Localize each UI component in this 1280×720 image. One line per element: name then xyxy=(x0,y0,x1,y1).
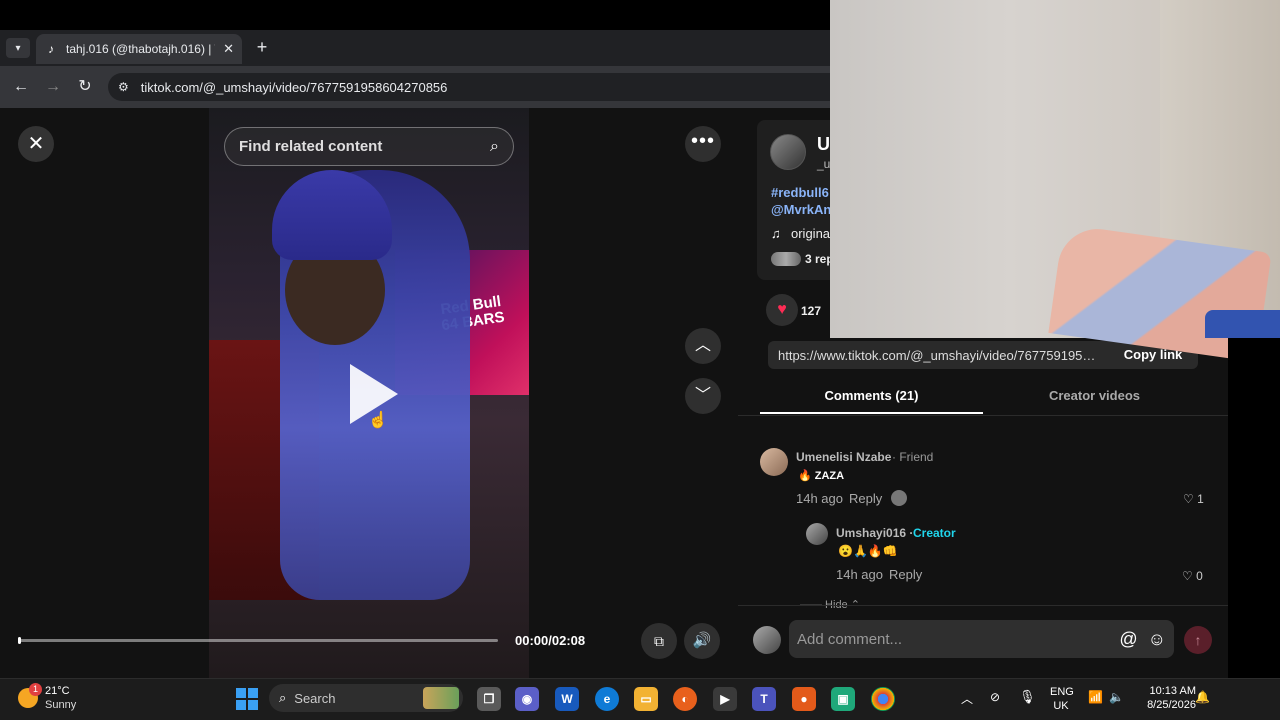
tab-title: tahj.016 (@thabotajh.016) | TikTok xyxy=(66,42,215,56)
address-url: tiktok.com/@_umshayi/video/7677591958604… xyxy=(140,79,448,95)
reply-avatar[interactable] xyxy=(806,523,828,545)
speaker-icon[interactable]: 🔈 xyxy=(1109,690,1124,704)
active-tab-indicator xyxy=(760,412,983,414)
share-link-text: https://www.tiktok.com/@_umshayi/video/7… xyxy=(778,347,1098,363)
wifi-icon[interactable]: 📶 xyxy=(1088,690,1103,704)
microphone-icon[interactable]: 🎙 xyxy=(1019,689,1036,705)
taskbar-search[interactable]: ⌕ Search xyxy=(269,684,463,712)
word-icon[interactable]: W xyxy=(555,687,579,711)
chat-app-icon[interactable]: ▣ xyxy=(831,687,855,711)
add-comment-input[interactable]: Add comment... @ ☺ xyxy=(789,620,1174,658)
task-view-icon[interactable]: ❐ xyxy=(477,687,501,711)
webcam-blue-cloth xyxy=(1205,310,1280,338)
mention-link[interactable]: @MvrkAn xyxy=(771,202,831,217)
reply-like-button[interactable]: ♡ 0 xyxy=(1182,569,1203,583)
tray-chevron-up-icon[interactable]: ︿ xyxy=(961,690,973,707)
clock-date[interactable]: 8/25/2026 xyxy=(1132,699,1196,711)
picture-in-picture-icon[interactable]: ⧉ xyxy=(641,623,677,659)
reload-icon[interactable]: ↻ xyxy=(74,76,96,98)
weather-temperature[interactable]: 21°C xyxy=(45,685,70,697)
hashtag-link[interactable]: #redbull6 xyxy=(771,185,829,200)
tab-comments[interactable]: Comments (21) xyxy=(760,388,983,403)
comment-time: 14h ago xyxy=(796,491,843,506)
find-related-placeholder: Find related content xyxy=(239,138,383,155)
windows-start-icon[interactable] xyxy=(236,688,258,710)
tab-search-chevron-icon[interactable]: ▾ xyxy=(6,38,30,58)
tab-close-icon[interactable]: ✕ xyxy=(223,41,234,57)
weather-condition[interactable]: Sunny xyxy=(45,699,76,711)
language-code: ENG xyxy=(1050,686,1074,698)
find-related-search[interactable]: Find related content ⌕ xyxy=(224,127,514,166)
firefox-icon[interactable]: ◐ xyxy=(673,687,697,711)
author-handle: _u xyxy=(817,157,831,171)
input-language[interactable]: ENG UK xyxy=(1050,685,1074,713)
file-explorer-icon[interactable]: ▭ xyxy=(634,687,658,711)
weather-badge: 1 xyxy=(29,683,42,696)
next-video-chevron-down-icon[interactable]: ﹀ xyxy=(685,378,721,414)
reply-reply-button[interactable]: Reply xyxy=(889,567,922,582)
mention-at-icon[interactable]: @ xyxy=(1119,629,1137,650)
my-avatar xyxy=(753,626,781,654)
comment-reply-button[interactable]: Reply xyxy=(849,491,882,506)
video-progress-bar[interactable] xyxy=(18,639,498,642)
volume-icon[interactable]: 🔊 xyxy=(684,623,720,659)
teams-icon[interactable]: T xyxy=(752,687,776,711)
browser-tab[interactable]: ♪ tahj.016 (@thabotajh.016) | TikTok ✕ xyxy=(36,34,242,64)
creator-badge: Creator xyxy=(913,526,956,540)
back-arrow-icon[interactable]: ← xyxy=(10,76,32,98)
comment-avatar[interactable] xyxy=(760,448,788,476)
video-progress-thumb[interactable] xyxy=(18,637,21,644)
reply-author[interactable]: Umshayi016 · xyxy=(836,526,913,540)
heart-icon[interactable]: ♥ xyxy=(766,294,798,326)
tiktok-favicon-icon: ♪ xyxy=(48,42,54,56)
notification-bell-icon[interactable]: 🔔 xyxy=(1195,690,1210,704)
reply-text: 😮🙏🔥👊 xyxy=(838,544,898,558)
taskbar-search-label: Search xyxy=(294,690,336,706)
search-icon[interactable]: ⌕ xyxy=(490,138,499,156)
comment-text: 🔥 ZAZA xyxy=(798,470,845,482)
music-note-icon: ♫ xyxy=(771,226,781,241)
site-info-icon[interactable]: ⚙ xyxy=(118,80,129,94)
network-off-icon[interactable]: ⊘ xyxy=(990,690,1000,704)
author-name[interactable]: U xyxy=(817,134,830,155)
chrome-icon[interactable] xyxy=(871,687,895,711)
send-comment-icon[interactable]: ↑ xyxy=(1184,626,1212,654)
repost-avatars xyxy=(771,252,801,266)
forward-arrow-icon[interactable]: → xyxy=(42,76,64,98)
reply-time: 14h ago xyxy=(836,567,883,582)
right-black-edge xyxy=(1228,338,1280,678)
add-comment-placeholder: Add comment... xyxy=(797,630,903,648)
share-link-field[interactable]: https://www.tiktok.com/@_umshayi/video/7… xyxy=(768,341,1108,369)
music-title[interactable]: origina xyxy=(791,226,830,241)
clock-time[interactable]: 10:13 AM xyxy=(1132,685,1196,697)
creator-liked-avatar xyxy=(891,490,907,506)
comment-like-button[interactable]: ♡ 1 xyxy=(1183,492,1204,506)
comment-relation: · Friend xyxy=(892,450,934,464)
search-icon: ⌕ xyxy=(279,690,287,705)
hand-cursor-icon: ☝ xyxy=(368,412,388,429)
clipchamp-icon[interactable]: ▶ xyxy=(713,687,737,711)
teams-chat-icon[interactable]: ◉ xyxy=(515,687,539,711)
comment-author[interactable]: Umenelisi Nzabe xyxy=(796,450,891,464)
like-count: 127 xyxy=(801,304,822,318)
new-tab-icon[interactable]: + xyxy=(252,38,272,58)
emoji-icon[interactable]: ☺ xyxy=(1148,629,1166,650)
address-bar[interactable]: ⚙ tiktok.com/@_umshayi/video/76775919586… xyxy=(108,73,830,101)
search-highlight-art xyxy=(423,687,459,709)
voice-recorder-icon[interactable]: ● xyxy=(792,687,816,711)
previous-video-chevron-up-icon[interactable]: ︿ xyxy=(685,328,721,364)
keyboard-region: UK xyxy=(1053,700,1069,712)
close-video-icon[interactable]: ✕ xyxy=(18,126,54,162)
video-time: 00:00/02:08 xyxy=(515,633,586,648)
more-options-icon[interactable]: ••• xyxy=(685,126,721,162)
composer-divider xyxy=(738,605,1228,606)
tab-creator-videos[interactable]: Creator videos xyxy=(983,388,1206,403)
edge-icon[interactable]: e xyxy=(595,687,619,711)
author-avatar[interactable] xyxy=(770,134,806,170)
tabs-divider xyxy=(738,415,1228,416)
